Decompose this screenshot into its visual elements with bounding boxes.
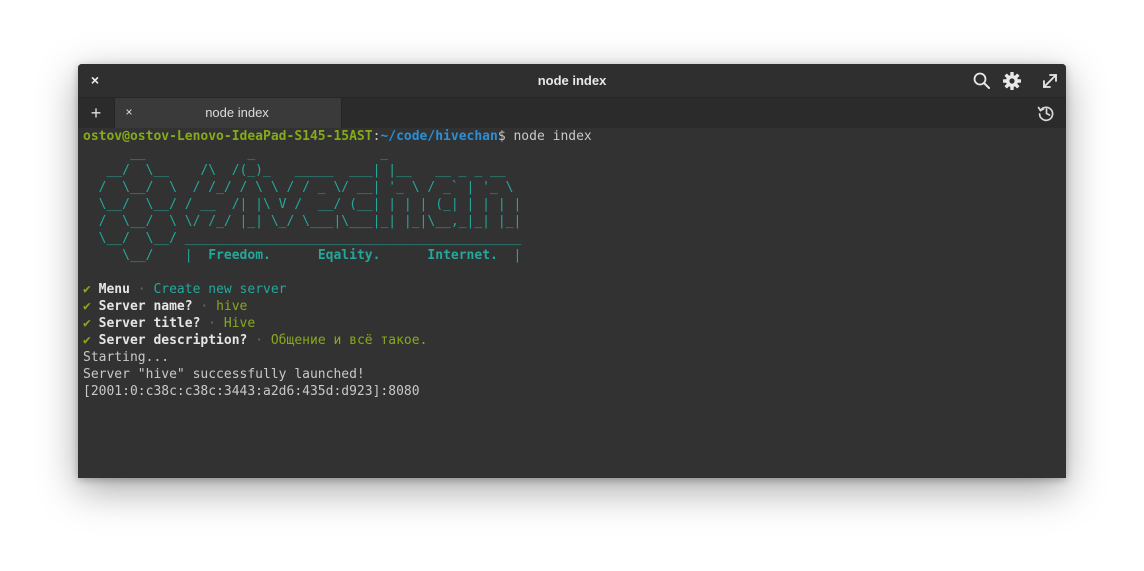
ascii-art-line: __ _ _ [83, 146, 389, 161]
output-line: Server "hive" successfully launched! [83, 367, 365, 382]
close-tab-button[interactable]: × [121, 104, 137, 120]
tab-node-index[interactable]: × node index [114, 98, 342, 128]
answer-value: Hive [223, 316, 256, 331]
question-label: Server name? [98, 299, 193, 314]
check-icon: ✔ [83, 299, 91, 314]
ascii-art-line: __/ \__ /\ /(_)_ _____ ___| |__ __ _ _ _… [83, 163, 506, 178]
answer-separator: · [192, 299, 217, 314]
answer-line-menu: ✔ Menu · Create new server [83, 281, 1066, 298]
window-title: node index [537, 73, 607, 88]
answer-separator: · [200, 316, 224, 331]
prompt-path: ~/code/hivechan [380, 129, 498, 144]
output-line: Starting... [83, 350, 170, 365]
motto-suffix: | [497, 248, 522, 263]
maximize-icon[interactable] [1040, 71, 1060, 91]
question-label: Server title? [98, 316, 201, 331]
prompt-command: node index [505, 129, 592, 144]
prompt-line: ostov@ostov-Lenovo-IdeaPad-S145-15AST:~/… [83, 128, 1066, 145]
motto-internet: Internet. [427, 248, 498, 263]
gear-icon[interactable] [1002, 71, 1022, 91]
ascii-art-line: / \__/ \ / /_/ / \ \ / / _ \/ __| '_ \ /… [83, 180, 514, 195]
answer-value: Общение и всё такое. [270, 333, 428, 348]
motto-line: \__/ | Freedom. Eqality. Internet. | [83, 247, 1066, 264]
check-icon: ✔ [83, 333, 91, 348]
output-line: [2001:0:c38c:c38c:3443:a2d6:435d:d923]:8… [83, 384, 420, 399]
history-icon[interactable] [1036, 103, 1056, 123]
ascii-art-line: \__/ \__/ / __ /| |\ V / __/ (__| | | | … [83, 197, 522, 212]
answer-line-title: ✔ Server title? · Hive [83, 315, 1066, 332]
answer-line-name: ✔ Server name? · hive [83, 298, 1066, 315]
tab-bar: + × node index [78, 97, 1066, 128]
title-bar: × node index [78, 64, 1066, 97]
prompt-user-host: ostov@ostov-Lenovo-IdeaPad-S145-15AST [83, 129, 373, 144]
motto-prefix: \__/ | [83, 248, 209, 263]
check-icon: ✔ [83, 282, 91, 297]
answer-separator: · [129, 282, 154, 297]
question-label: Menu [98, 282, 130, 297]
prompt-symbol: $ [497, 129, 506, 144]
answer-value: Create new server [153, 282, 287, 297]
tab-label: node index [205, 105, 269, 120]
check-icon: ✔ [83, 316, 91, 331]
question-label: Server description? [98, 333, 248, 348]
new-tab-button[interactable]: + [84, 102, 108, 124]
terminal-output[interactable]: ostov@ostov-Lenovo-IdeaPad-S145-15AST:~/… [78, 128, 1066, 478]
motto-freedom: Freedom. [208, 248, 271, 263]
ascii-art-line: / \__/ \ \/ /_/ |_| \_/ \___|\___|_| |_|… [83, 214, 522, 229]
terminal-window: × node index + × node index ostov@ostov-… [78, 64, 1066, 478]
motto-equality: Eqality. [317, 248, 381, 263]
answer-line-description: ✔ Server description? · Общение и всё та… [83, 332, 1066, 349]
search-icon[interactable] [972, 71, 992, 91]
answer-value: hive [216, 299, 248, 314]
ascii-art-line: \__/ \__/ ______________________________… [83, 231, 522, 246]
answer-separator: · [247, 333, 271, 348]
